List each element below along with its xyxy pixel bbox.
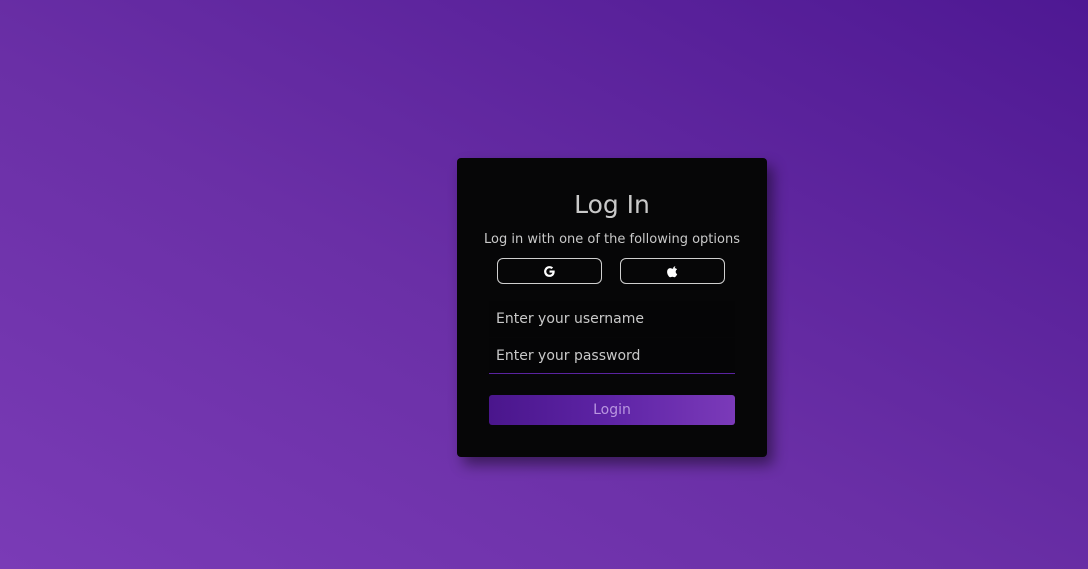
login-options-subtitle: Log in with one of the following options	[484, 232, 740, 247]
page-title: Log In	[574, 190, 650, 219]
password-input[interactable]	[489, 338, 735, 374]
apple-login-button[interactable]	[620, 258, 725, 284]
google-login-button[interactable]	[497, 258, 602, 284]
login-card: Log In Log in with one of the following …	[457, 158, 767, 457]
login-page: { "login": { "title": "Log In", "subtitl…	[0, 0, 1088, 569]
login-button[interactable]: Login	[489, 395, 735, 425]
google-icon	[543, 265, 556, 278]
username-input[interactable]	[489, 301, 735, 337]
apple-icon	[666, 265, 679, 278]
